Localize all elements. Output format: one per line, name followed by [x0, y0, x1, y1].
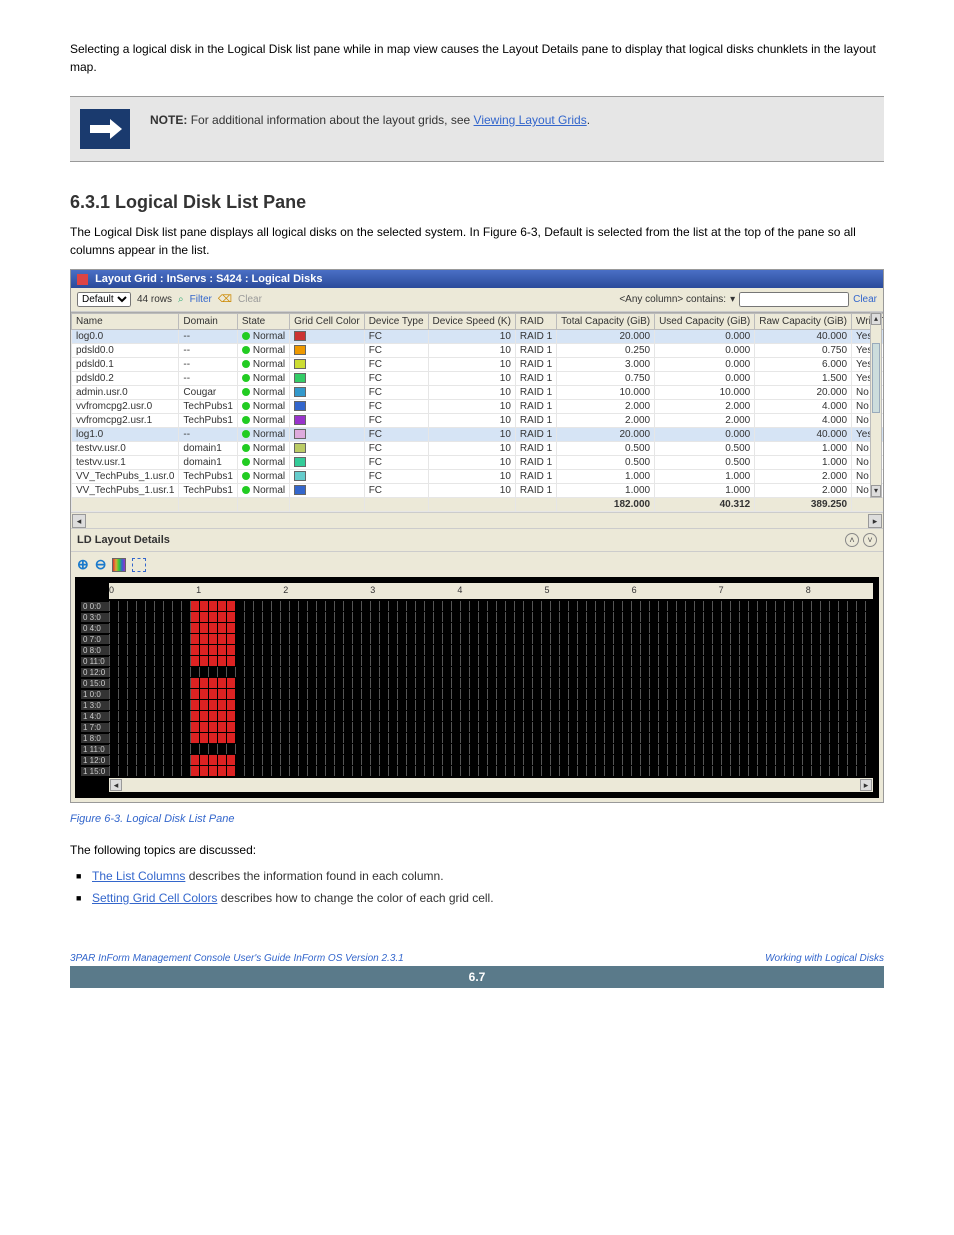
column-header[interactable]: Grid Cell Color: [290, 314, 365, 330]
note-callout: NOTE: For additional information about t…: [70, 96, 884, 162]
layout-map: 012345678 0 0:00 3:00 4:00 7:00 8:00 11:…: [75, 577, 879, 798]
layout-row: 0 4:0: [81, 623, 873, 633]
layout-scroll-left-icon[interactable]: ◂: [110, 779, 122, 791]
note-text-after: .: [587, 113, 590, 127]
layout-row: 1 0:0: [81, 689, 873, 699]
collapse-down-icon[interactable]: ˅: [863, 533, 877, 547]
layout-row: 0 12:0: [81, 667, 873, 677]
scroll-up-icon[interactable]: ▴: [871, 313, 881, 325]
column-header[interactable]: State: [237, 314, 289, 330]
table-row[interactable]: pdsld0.0--NormalFC10RAID 10.2500.0000.75…: [72, 344, 884, 358]
table-row[interactable]: testvv.usr.1domain1NormalFC10RAID 10.500…: [72, 456, 884, 470]
filter-icon: ⌕: [178, 294, 184, 305]
window-title-bar: Layout Grid : InServs : S424 : Logical D…: [71, 270, 883, 288]
section-heading: 6.3.1 Logical Disk List Pane: [70, 192, 884, 213]
column-header[interactable]: Raw Capacity (GiB): [755, 314, 852, 330]
column-header[interactable]: Domain: [179, 314, 237, 330]
layout-horizontal-scrollbar[interactable]: ◂ ▸: [109, 778, 873, 792]
window-title: Layout Grid : InServs : S424 : Logical D…: [95, 273, 322, 285]
details-toolbar: ⊕ ⊖: [71, 552, 883, 577]
layout-ruler: 012345678: [109, 583, 873, 599]
zoom-out-icon[interactable]: ⊖: [95, 556, 107, 573]
chevron-down-icon[interactable]: ▾: [730, 294, 735, 305]
figure-caption: Figure 6-3. Logical Disk List Pane: [70, 813, 884, 825]
scroll-left-icon[interactable]: ◂: [72, 514, 86, 528]
page-footer: 3PAR InForm Management Console User's Gu…: [70, 945, 884, 964]
table-row[interactable]: admin.usr.0CougarNormalFC10RAID 110.0001…: [72, 386, 884, 400]
table-row[interactable]: testvv.usr.0domain1NormalFC10RAID 10.500…: [72, 442, 884, 456]
column-header[interactable]: Used Capacity (GiB): [655, 314, 755, 330]
layout-row: 1 11:0: [81, 744, 873, 754]
details-title: LD Layout Details: [77, 534, 170, 546]
clear-button-right[interactable]: Clear: [853, 294, 877, 305]
grid-scroll[interactable]: NameDomainStateGrid Cell ColorDevice Typ…: [71, 312, 883, 512]
page-number-bar: 6.7: [70, 966, 884, 988]
clear-button-top[interactable]: Clear: [238, 294, 262, 305]
column-header[interactable]: Device Speed (K): [428, 314, 515, 330]
row-count: 44 rows: [137, 294, 172, 305]
scroll-right-icon[interactable]: ▸: [868, 514, 882, 528]
section-body: The Logical Disk list pane displays all …: [70, 223, 884, 259]
column-header[interactable]: Name: [72, 314, 179, 330]
bullet-link-2[interactable]: Setting Grid Cell Colors: [92, 891, 217, 905]
column-header[interactable]: Device Type: [364, 314, 428, 330]
list-item: The List Columns describes the informati…: [70, 869, 884, 883]
details-header: LD Layout Details ˄ ˅: [71, 528, 883, 552]
zoom-in-icon[interactable]: ⊕: [77, 556, 89, 573]
layout-row: 0 7:0: [81, 634, 873, 644]
table-row[interactable]: pdsld0.2--NormalFC10RAID 10.7500.0001.50…: [72, 372, 884, 386]
collapse-up-icon[interactable]: ˄: [845, 533, 859, 547]
layout-row: 1 3:0: [81, 700, 873, 710]
footer-left: 3PAR InForm Management Console User's Gu…: [70, 953, 404, 964]
layout-row: 1 15:0: [81, 766, 873, 776]
table-row[interactable]: VV_TechPubs_1.usr.1TechPubs1NormalFC10RA…: [72, 484, 884, 498]
scroll-down-icon[interactable]: ▾: [871, 485, 881, 497]
horizontal-scrollbar[interactable]: ◂ ▸: [71, 512, 883, 528]
list-item: Setting Grid Cell Colors describes how t…: [70, 891, 884, 905]
expand-icon[interactable]: [132, 558, 146, 572]
clear-icon: ⌫: [218, 294, 232, 305]
layout-row: 0 11:0: [81, 656, 873, 666]
view-select[interactable]: Default: [77, 292, 131, 307]
table-row[interactable]: log1.0--NormalFC10RAID 120.0000.00040.00…: [72, 428, 884, 442]
app-icon: [77, 274, 88, 285]
intro-text: Selecting a logical disk in the Logical …: [70, 40, 884, 76]
vertical-scrollbar[interactable]: ▴ ▾: [870, 312, 882, 498]
bullet-link-1[interactable]: The List Columns: [92, 869, 185, 883]
column-header[interactable]: Total Capacity (GiB): [557, 314, 655, 330]
table-row[interactable]: VV_TechPubs_1.usr.0TechPubs1NormalFC10RA…: [72, 470, 884, 484]
layout-row: 0 15:0: [81, 678, 873, 688]
column-header[interactable]: RAID: [515, 314, 556, 330]
scroll-thumb[interactable]: [872, 343, 880, 413]
layout-row: 1 8:0: [81, 733, 873, 743]
layout-row: 1 7:0: [81, 722, 873, 732]
logical-disk-table: NameDomainStateGrid Cell ColorDevice Typ…: [71, 313, 883, 512]
layout-row: 0 3:0: [81, 612, 873, 622]
filter-button[interactable]: Filter: [190, 294, 212, 305]
layout-scroll-right-icon[interactable]: ▸: [860, 779, 872, 791]
color-legend-icon[interactable]: [112, 558, 126, 572]
bullet-text-1: describes the information found in each …: [185, 869, 443, 883]
layout-row: 1 12:0: [81, 755, 873, 765]
screenshot-window: Layout Grid : InServs : S424 : Logical D…: [70, 269, 884, 803]
note-arrow-icon: [80, 109, 130, 149]
table-row[interactable]: log0.0--NormalFC10RAID 120.0000.00040.00…: [72, 330, 884, 344]
post-list-text: The following topics are discussed:: [70, 841, 884, 859]
layout-row: 0 8:0: [81, 645, 873, 655]
table-row[interactable]: vvfromcpg2.usr.1TechPubs1NormalFC10RAID …: [72, 414, 884, 428]
search-input[interactable]: [739, 292, 849, 307]
table-row[interactable]: vvfromcpg2.usr.0TechPubs1NormalFC10RAID …: [72, 400, 884, 414]
table-row[interactable]: pdsld0.1--NormalFC10RAID 13.0000.0006.00…: [72, 358, 884, 372]
footer-right: Working with Logical Disks: [765, 953, 884, 964]
layout-row: 0 0:0: [81, 601, 873, 611]
toolbar: Default 44 rows ⌕ Filter ⌫ Clear <Any co…: [71, 288, 883, 312]
search-label: <Any column> contains:: [619, 294, 726, 305]
bullet-text-2: describes how to change the color of eac…: [217, 891, 493, 905]
layout-row: 1 4:0: [81, 711, 873, 721]
note-label: NOTE:: [150, 113, 187, 127]
note-text-before: For additional information about the lay…: [191, 113, 474, 127]
note-link[interactable]: Viewing Layout Grids: [474, 113, 587, 127]
